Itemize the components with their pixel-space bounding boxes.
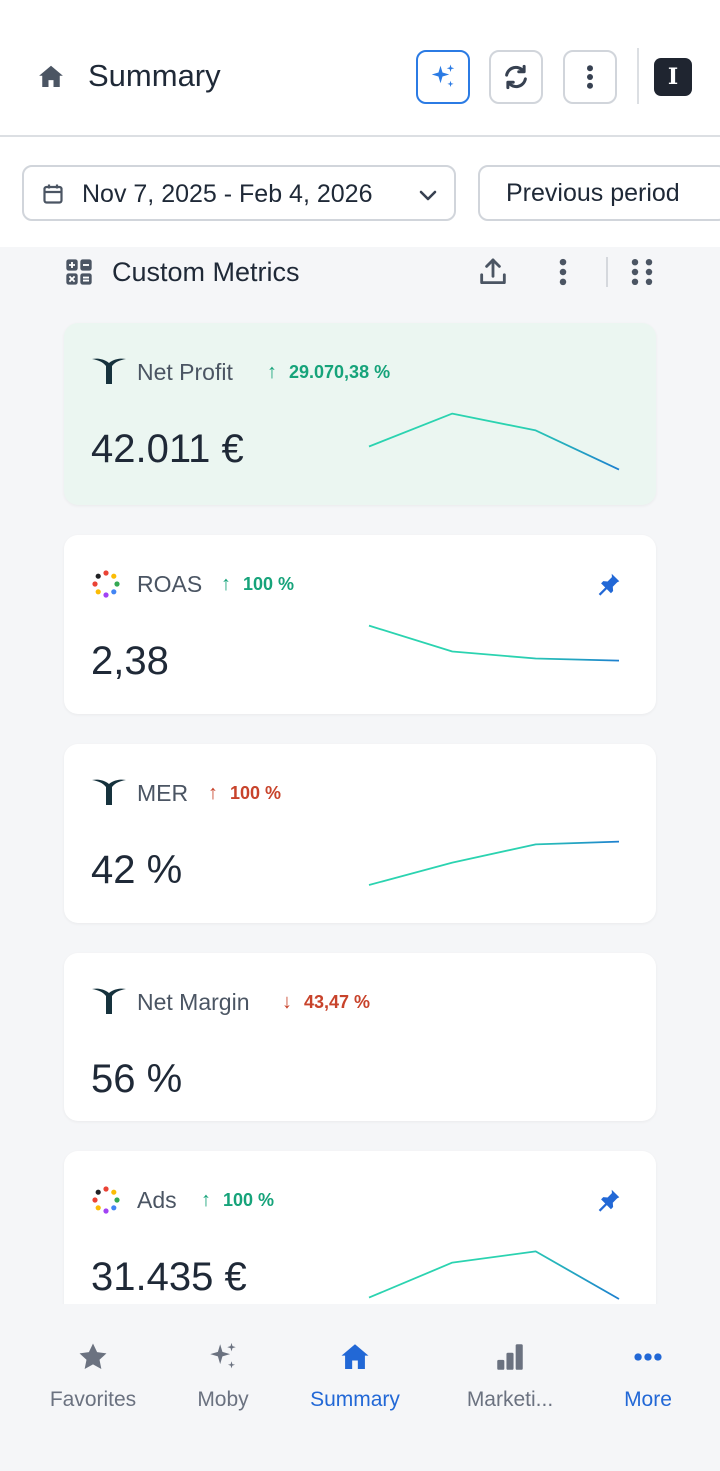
home-icon[interactable] <box>36 62 66 92</box>
arrow-up-icon: ↑ <box>221 573 231 595</box>
sparkline-series <box>368 624 620 662</box>
chevron-down-icon <box>419 190 437 201</box>
section-divider <box>606 257 608 287</box>
export-icon[interactable] <box>476 255 510 289</box>
section-header: Custom Metrics <box>0 247 720 307</box>
bottom-navigation: Favorites Moby Summary Marketi... More <box>0 1304 720 1471</box>
metric-change: ↑ 100 % <box>201 1185 274 1215</box>
triple-whale-logo-icon <box>92 988 126 1014</box>
sparkline-series <box>368 412 620 471</box>
nav-more[interactable]: More <box>618 1340 678 1430</box>
sparkline-chart <box>368 840 620 886</box>
metric-name: MER <box>137 780 189 806</box>
pin-icon[interactable] <box>596 1187 622 1213</box>
refresh-icon <box>505 64 527 90</box>
metric-change-value: 100 % <box>230 783 282 803</box>
nav-label: Moby <box>197 1388 249 1411</box>
metric-change-value: 100 % <box>223 1190 275 1210</box>
metric-change: ↓ 43,47 % <box>282 987 370 1017</box>
metric-change: ↑ 29.070,38 % <box>267 357 390 387</box>
star-icon <box>79 1343 107 1370</box>
sparkline-series <box>368 1250 620 1300</box>
calculator-grid-icon <box>66 259 92 285</box>
page-title: Summary <box>88 58 221 93</box>
metric-value: 31.435 € <box>91 1255 247 1299</box>
arrow-down-icon: ↓ <box>282 991 292 1013</box>
metric-name: Ads <box>137 1187 177 1213</box>
metric-change-value: 29.070,38 % <box>289 362 391 382</box>
sparkline-chart <box>368 624 620 662</box>
vertical-dots-icon <box>587 65 593 89</box>
ai-assistant-button[interactable] <box>416 50 470 104</box>
calendar-icon <box>43 184 63 204</box>
metric-name: Net Profit <box>137 359 233 385</box>
nav-label: More <box>624 1388 672 1411</box>
date-range-label: Nov 7, 2025 - Feb 4, 2026 <box>82 180 373 208</box>
sparkline-series <box>368 840 620 886</box>
header-divider <box>637 48 639 104</box>
metric-card-net-profit[interactable]: Net Profit ↑ 29.070,38 % 42.011 € <box>64 323 656 505</box>
refresh-button[interactable] <box>489 50 543 104</box>
more-dots-icon <box>634 1353 662 1361</box>
nav-label: Favorites <box>49 1388 137 1411</box>
arrow-up-icon: ↑ <box>267 361 277 383</box>
metric-card-net-margin[interactable]: Net Margin ↓ 43,47 % 56 % <box>64 953 656 1121</box>
metric-card-roas[interactable]: ROAS ↑ 100 % 2,38 <box>64 535 656 714</box>
metric-card-ads[interactable]: Ads ↑ 100 % 31.435 € <box>64 1151 656 1304</box>
dashboard-content[interactable]: Custom Metrics Net Profit ↑ 29.070,38 % 42.… <box>0 247 720 1304</box>
nav-moby[interactable]: Moby <box>186 1340 260 1430</box>
user-avatar[interactable]: I <box>654 58 692 96</box>
metric-name: ROAS <box>137 571 203 597</box>
home-icon <box>341 1344 369 1370</box>
multicolor-dots-logo-icon <box>92 1186 120 1214</box>
metric-value: 42 % <box>91 848 183 892</box>
metric-value: 2,38 <box>91 639 169 683</box>
multicolor-dots-logo-icon <box>92 570 120 598</box>
bar-chart-icon <box>497 1344 523 1370</box>
metric-change-value: 100 % <box>243 574 295 594</box>
nav-summary[interactable]: Summary <box>303 1340 407 1430</box>
sparkles-icon <box>431 64 455 87</box>
date-range-picker[interactable]: Nov 7, 2025 - Feb 4, 2026 <box>22 165 456 221</box>
sparkline-chart <box>368 412 620 471</box>
compare-period-button[interactable]: Previous period <box>478 165 720 221</box>
header-more-button[interactable] <box>563 50 617 104</box>
metric-card-mer[interactable]: MER ↑ 100 % 42 % <box>64 744 656 923</box>
metric-value: 42.011 € <box>91 427 244 471</box>
metric-change: ↑ 100 % <box>221 569 294 599</box>
top-header: Summary I <box>0 0 720 137</box>
section-title: Custom Metrics <box>112 257 300 287</box>
nav-favorites[interactable]: Favorites <box>45 1340 141 1430</box>
metric-value: 56 % <box>91 1057 183 1101</box>
pin-icon[interactable] <box>596 571 622 597</box>
nav-label: Summary <box>310 1388 400 1411</box>
nav-marketing[interactable]: Marketi... <box>455 1340 565 1430</box>
sparkline-chart <box>368 1250 620 1300</box>
drag-handle-icon[interactable] <box>628 255 656 289</box>
sparkles-icon <box>210 1342 236 1369</box>
section-more-icon[interactable] <box>551 255 575 289</box>
triple-whale-logo-icon <box>92 779 126 805</box>
nav-label: Marketi... <box>466 1388 554 1411</box>
triple-whale-logo-icon <box>92 358 126 384</box>
metric-change-value: 43,47 % <box>304 992 371 1012</box>
date-toolbar: Nov 7, 2025 - Feb 4, 2026 Previous perio… <box>0 139 720 247</box>
arrow-up-icon: ↑ <box>201 1189 211 1211</box>
arrow-up-icon: ↑ <box>208 782 218 804</box>
metric-change: ↑ 100 % <box>208 778 281 808</box>
metric-name: Net Margin <box>137 989 250 1015</box>
